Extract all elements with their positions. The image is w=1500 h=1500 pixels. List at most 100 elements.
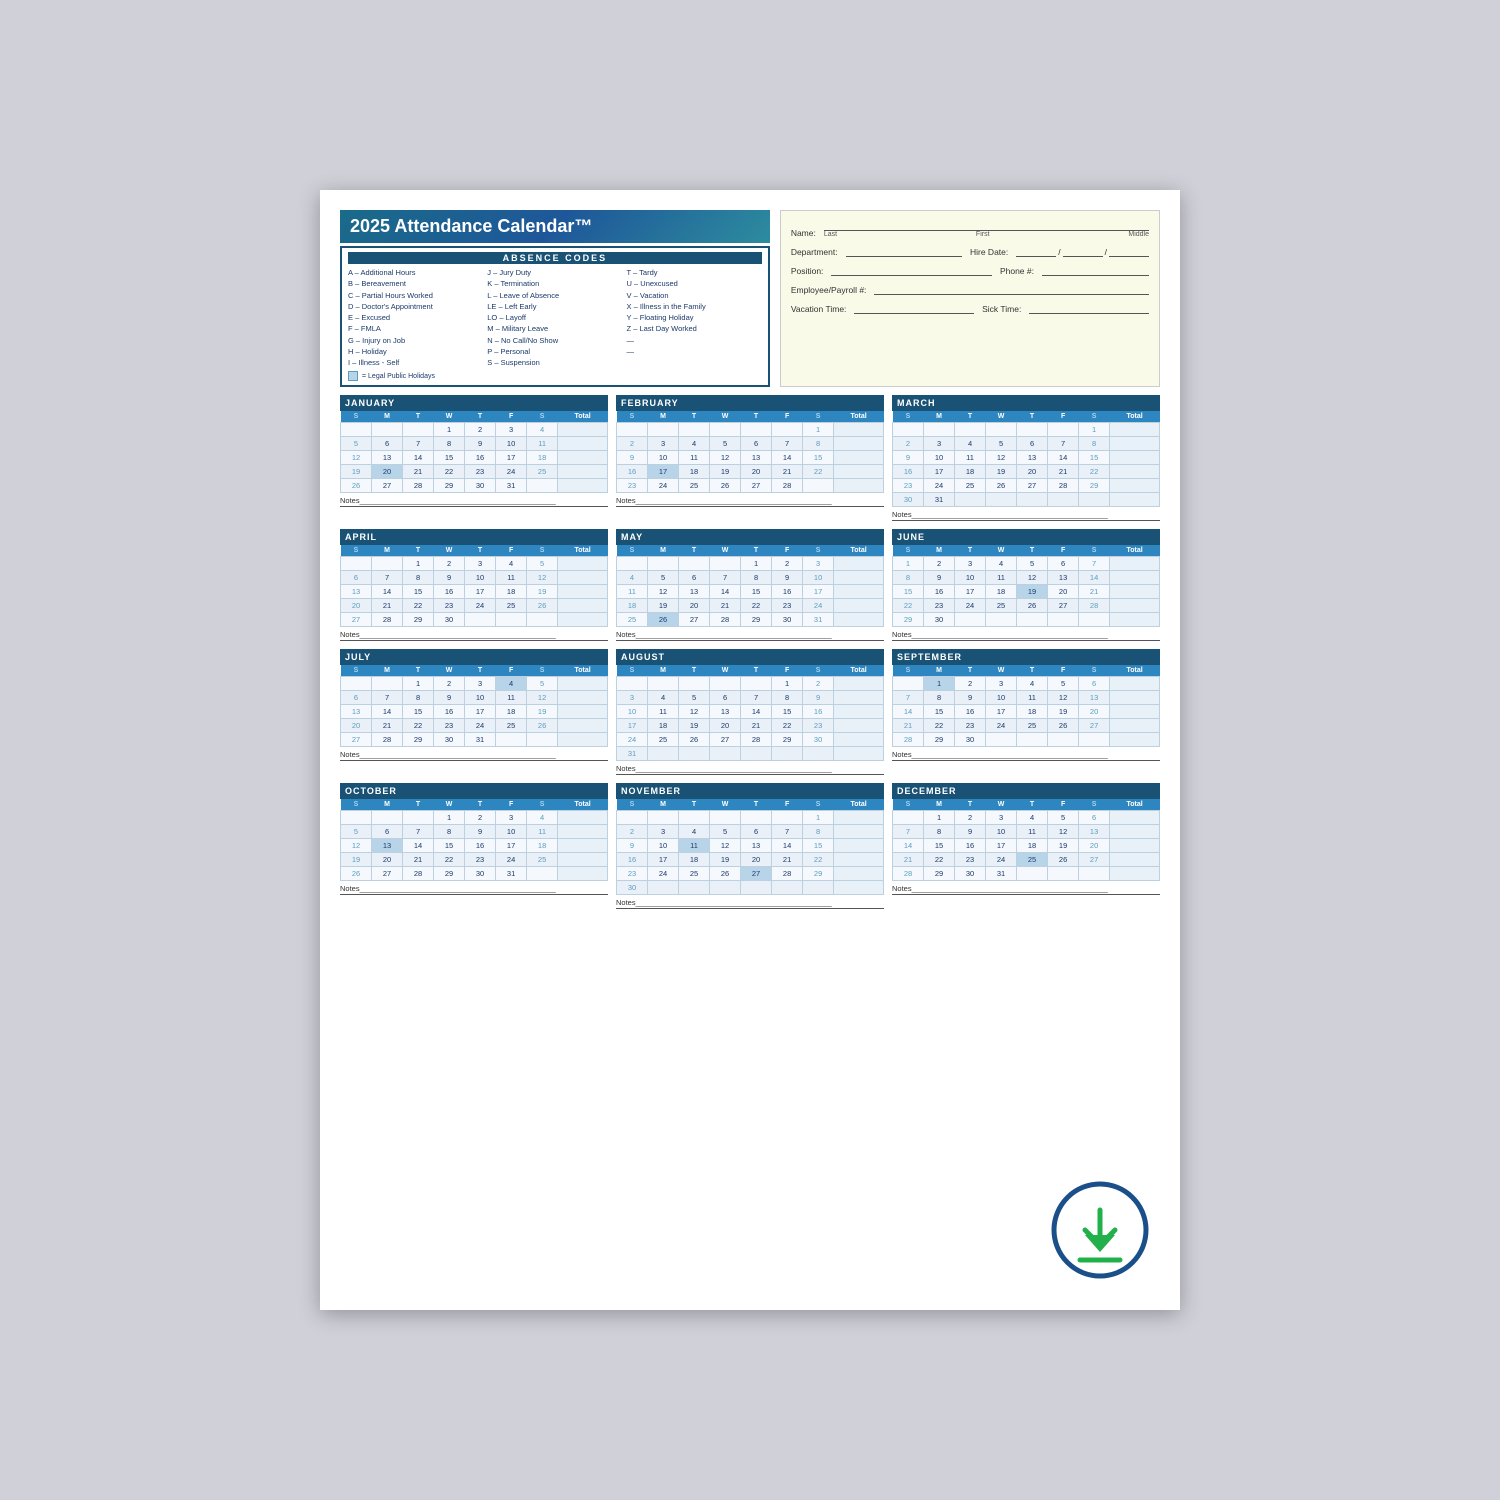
calendar-cell	[558, 719, 608, 733]
calendar-cell: 13	[710, 705, 741, 719]
day-header: S	[1079, 799, 1110, 811]
download-overlay[interactable]	[1050, 1180, 1150, 1280]
phone-line[interactable]	[1042, 264, 1149, 276]
month-header-8: SEPTEMBER	[892, 649, 1160, 665]
calendar-cell: 17	[986, 839, 1017, 853]
day-header: T	[403, 411, 434, 423]
calendar-cell	[1110, 691, 1160, 705]
calendar-cell: 16	[772, 585, 803, 599]
day-header: M	[372, 799, 403, 811]
calendar-cell: 26	[710, 867, 741, 881]
position-row: Position: Phone #:	[791, 264, 1149, 276]
code-item: C – Partial Hours Worked	[348, 290, 483, 301]
calendar-cell	[834, 825, 884, 839]
emp-line[interactable]	[874, 283, 1149, 295]
calendar-cell: 14	[372, 705, 403, 719]
calendar-cell	[679, 747, 710, 761]
calendar-cell	[710, 423, 741, 437]
calendar-cell: 29	[403, 733, 434, 747]
day-header: W	[986, 799, 1017, 811]
calendar-cell: 24	[496, 465, 527, 479]
calendar-cell: 16	[955, 839, 986, 853]
calendar-cell: 22	[772, 719, 803, 733]
holiday-note-text: = Legal Public Holidays	[362, 373, 435, 380]
month-header-1: FEBRUARY	[616, 395, 884, 411]
code-item: K – Termination	[487, 278, 622, 289]
calendar-cell: 9	[465, 825, 496, 839]
calendar-cell	[955, 493, 986, 507]
vac-line[interactable]	[854, 302, 974, 314]
calendar-cell: 13	[679, 585, 710, 599]
code-item: B – Bereavement	[348, 278, 483, 289]
day-header: T	[1017, 799, 1048, 811]
calendar-cell	[741, 811, 772, 825]
calendar-cell: 28	[372, 613, 403, 627]
calendar-cell: 29	[803, 867, 834, 881]
calendar-cell: 18	[496, 705, 527, 719]
calendar-cell: 2	[434, 677, 465, 691]
hire-year[interactable]	[1109, 245, 1149, 257]
calendar-cell	[710, 557, 741, 571]
calendar-cell: 5	[341, 437, 372, 451]
calendar-cell	[772, 881, 803, 895]
calendar-cell: 6	[741, 437, 772, 451]
day-header: S	[803, 665, 834, 677]
calendar-cell: 13	[741, 451, 772, 465]
calendar-cell: 24	[955, 599, 986, 613]
month-header-4: MAY	[616, 529, 884, 545]
calendar-cell: 18	[496, 585, 527, 599]
calendar-cell: 12	[341, 451, 372, 465]
calendar-cell	[496, 613, 527, 627]
calendar-cell	[558, 825, 608, 839]
day-header: T	[741, 411, 772, 423]
calendar-cell: 8	[924, 691, 955, 705]
calendar-cell: 6	[372, 437, 403, 451]
calendar-cell: 31	[496, 867, 527, 881]
calendar-cell: 14	[403, 839, 434, 853]
month-table-10: SMTWTFSTotal1234567891011121314151617181…	[616, 799, 884, 895]
day-header: T	[1017, 545, 1048, 557]
day-header: S	[1079, 545, 1110, 557]
calendar-cell	[1079, 733, 1110, 747]
calendar-cell: 29	[434, 479, 465, 493]
calendar-cell: 14	[372, 585, 403, 599]
calendar-cell	[955, 423, 986, 437]
calendar-cell: 20	[741, 465, 772, 479]
code-item: M – Military Leave	[487, 323, 622, 334]
calendar-cell: 24	[465, 719, 496, 733]
calendar-cell: 19	[1048, 705, 1079, 719]
calendar-cell	[772, 811, 803, 825]
day-header: T	[741, 545, 772, 557]
calendar-cell: 15	[434, 839, 465, 853]
calendar-cell	[893, 677, 924, 691]
day-header: T	[1017, 411, 1048, 423]
calendar-cell: 2	[955, 811, 986, 825]
calendar-cell: 9	[924, 571, 955, 585]
dept-line[interactable]	[846, 245, 962, 257]
calendar-cell: 15	[741, 585, 772, 599]
sick-line[interactable]	[1029, 302, 1149, 314]
name-line[interactable]	[824, 219, 1149, 231]
calendar-cell	[834, 733, 884, 747]
calendar-cell: 29	[741, 613, 772, 627]
day-header: Total	[558, 799, 608, 811]
calendar-cell: 18	[955, 465, 986, 479]
calendar-cell	[834, 867, 884, 881]
position-line[interactable]	[831, 264, 992, 276]
calendar-cell: 16	[465, 839, 496, 853]
calendar-cell	[893, 811, 924, 825]
calendar-cell: 23	[465, 465, 496, 479]
calendar-cell: 3	[465, 677, 496, 691]
calendar-cell	[1110, 705, 1160, 719]
calendar-cell	[1110, 613, 1160, 627]
calendar-cell: 10	[986, 825, 1017, 839]
day-header: S	[1079, 411, 1110, 423]
month-table-1: SMTWTFSTotal1234567891011121314151617181…	[616, 411, 884, 493]
hire-month[interactable]	[1016, 245, 1056, 257]
calendar-cell: 14	[893, 839, 924, 853]
calendar-cell: 7	[372, 571, 403, 585]
calendar-cell: 19	[648, 599, 679, 613]
hire-label: Hire Date:	[970, 247, 1008, 257]
calendar-cell	[617, 677, 648, 691]
hire-day[interactable]	[1063, 245, 1103, 257]
